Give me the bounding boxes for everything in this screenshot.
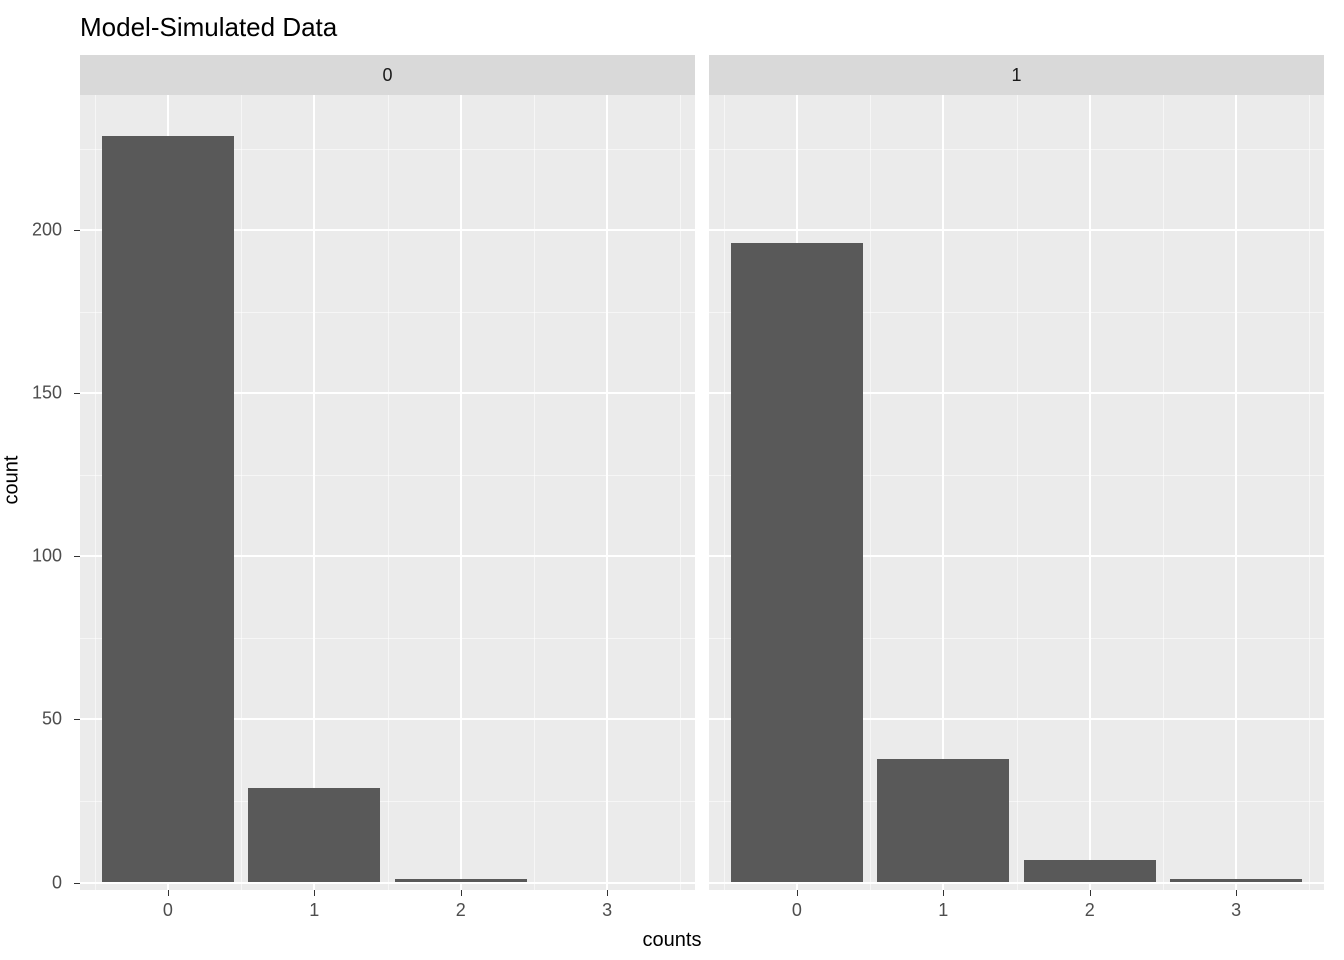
gridline <box>1163 95 1164 890</box>
x-tick-mark <box>943 890 944 896</box>
x-tick-mark <box>461 890 462 896</box>
gridline <box>534 95 535 890</box>
y-tick-label: 0 <box>0 872 62 893</box>
chart-title: Model-Simulated Data <box>80 12 337 43</box>
gridline <box>606 95 608 890</box>
y-tick-mark <box>74 719 80 720</box>
chart-container: Model-Simulated Data count counts 01 050… <box>0 0 1344 960</box>
x-tick-mark <box>1090 890 1091 896</box>
bar <box>248 788 380 883</box>
y-axis-label: count <box>1 456 24 505</box>
gridline <box>680 95 681 890</box>
x-tick-label: 3 <box>602 900 612 921</box>
x-tick-label: 3 <box>1231 900 1241 921</box>
facet-strip: 0 <box>80 55 695 95</box>
y-tick-mark <box>74 393 80 394</box>
gridline <box>241 95 242 890</box>
gridline <box>460 95 462 890</box>
y-tick-mark <box>74 556 80 557</box>
gridline <box>1235 95 1237 890</box>
gridline <box>388 95 389 890</box>
y-tick-label: 200 <box>0 220 62 241</box>
x-tick-mark <box>1236 890 1237 896</box>
x-tick-label: 2 <box>456 900 466 921</box>
plot-area <box>709 95 1324 890</box>
bar <box>102 136 234 883</box>
facet-panels: 01 <box>80 55 1324 890</box>
plot-area <box>80 95 695 890</box>
facet-strip: 1 <box>709 55 1324 95</box>
gridline <box>1017 95 1018 890</box>
bar <box>877 759 1009 883</box>
y-tick-label: 100 <box>0 546 62 567</box>
facet-strip-label: 0 <box>382 65 392 86</box>
x-tick-label: 1 <box>309 900 319 921</box>
bar <box>1170 879 1302 882</box>
gridline <box>870 95 871 890</box>
y-tick-label: 50 <box>0 709 62 730</box>
gridline <box>313 95 315 890</box>
x-tick-label: 0 <box>792 900 802 921</box>
gridline <box>1089 95 1091 890</box>
y-tick-label: 150 <box>0 383 62 404</box>
bar <box>1024 860 1156 883</box>
facet-strip-label: 1 <box>1011 65 1021 86</box>
gridline <box>1309 95 1310 890</box>
bar <box>731 243 863 882</box>
x-tick-mark <box>607 890 608 896</box>
x-tick-label: 2 <box>1085 900 1095 921</box>
x-tick-mark <box>168 890 169 896</box>
x-axis-label: counts <box>0 929 1344 952</box>
y-tick-mark <box>74 883 80 884</box>
x-tick-mark <box>314 890 315 896</box>
x-tick-label: 0 <box>163 900 173 921</box>
x-tick-label: 1 <box>938 900 948 921</box>
x-tick-mark <box>797 890 798 896</box>
bar <box>395 879 527 882</box>
gridline <box>95 95 96 890</box>
gridline <box>724 95 725 890</box>
y-tick-mark <box>74 230 80 231</box>
